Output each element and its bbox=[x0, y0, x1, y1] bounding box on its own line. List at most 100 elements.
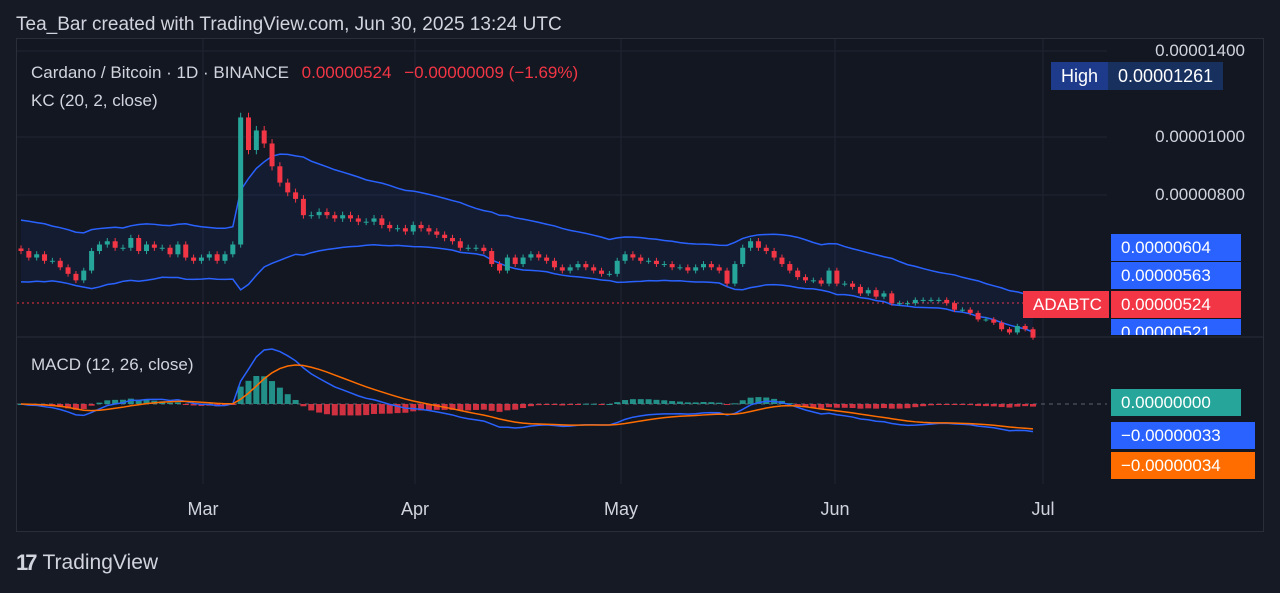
macd-hist-bar bbox=[1014, 404, 1021, 407]
macd-hist-bar bbox=[88, 404, 95, 406]
symbol-name: Cardano / Bitcoin · 1D · BINANCE bbox=[31, 63, 289, 82]
candle-body bbox=[881, 293, 887, 297]
macd-hist-bar bbox=[912, 404, 919, 408]
macd-hist-bar bbox=[943, 404, 950, 405]
candle-body bbox=[246, 117, 252, 151]
macd-hist-bar bbox=[880, 404, 887, 409]
candle-body bbox=[936, 299, 942, 301]
candle-body bbox=[222, 254, 228, 261]
candle-body bbox=[606, 273, 612, 275]
macd-hist-tag: 0.00000000 bbox=[1111, 389, 1241, 416]
kc-band-fill bbox=[21, 154, 1033, 333]
macd-legend[interactable]: MACD (12, 26, close) bbox=[31, 355, 194, 375]
candle-body bbox=[308, 215, 314, 217]
candle-body bbox=[787, 264, 793, 271]
candle-body bbox=[952, 303, 958, 310]
candle-body bbox=[920, 299, 926, 301]
candle-body bbox=[402, 228, 408, 232]
candle-body bbox=[442, 234, 448, 238]
macd-hist-bar bbox=[975, 404, 982, 406]
candle-body bbox=[669, 264, 675, 268]
candle-body bbox=[912, 299, 918, 304]
candle-body bbox=[583, 264, 589, 268]
candle-body bbox=[622, 254, 628, 261]
candle-body bbox=[489, 251, 495, 265]
macd-hist-bar bbox=[959, 404, 966, 405]
last-price: 0.00000524 bbox=[301, 63, 392, 82]
candle-body bbox=[748, 241, 754, 248]
macd-hist-bar bbox=[622, 400, 629, 404]
symbol-tag: ADABTC bbox=[1023, 291, 1109, 318]
candle-body bbox=[104, 241, 110, 245]
macd-hist-bar bbox=[331, 404, 338, 416]
macd-hist-bar bbox=[982, 404, 989, 407]
candle-body bbox=[928, 299, 934, 301]
x-tick-label: Mar bbox=[187, 499, 219, 519]
kc-legend[interactable]: KC (20, 2, close) bbox=[31, 91, 158, 111]
macd-hist-bar bbox=[527, 404, 534, 407]
macd-hist-bar bbox=[590, 403, 597, 405]
candle-body bbox=[167, 247, 173, 255]
macd-hist-bar bbox=[692, 402, 699, 404]
macd-line-tag: −0.00000033 bbox=[1111, 422, 1255, 449]
candle-body bbox=[81, 270, 87, 281]
keltner-channel bbox=[20, 153, 1034, 333]
candle-body bbox=[1006, 329, 1012, 333]
candle-body bbox=[646, 260, 652, 262]
footer[interactable]: 17 TradingView bbox=[16, 550, 158, 576]
candle-body bbox=[763, 247, 769, 252]
candle-body bbox=[65, 267, 71, 274]
candle-body bbox=[175, 244, 181, 255]
candle-body bbox=[449, 237, 455, 242]
candle-body bbox=[991, 319, 997, 323]
y-tick-label: 0.00000800 bbox=[1155, 185, 1245, 204]
macd-hist-bar bbox=[520, 404, 527, 409]
macd-hist-bar bbox=[990, 404, 997, 407]
candle-body bbox=[512, 257, 518, 265]
y-tick-label: 0.00001400 bbox=[1155, 41, 1245, 60]
macd-hist-bar bbox=[1030, 404, 1036, 407]
candle-body bbox=[959, 309, 965, 311]
candle-body bbox=[944, 299, 950, 304]
candle-body bbox=[599, 270, 605, 274]
chart-canvas[interactable] bbox=[17, 39, 1264, 532]
macd-hist-bar bbox=[653, 399, 660, 404]
symbol-legend[interactable]: Cardano / Bitcoin · 1D · BINANCE 0.00000… bbox=[31, 63, 578, 83]
candle-body bbox=[732, 264, 738, 284]
chart-frame[interactable]: Cardano / Bitcoin · 1D · BINANCE 0.00000… bbox=[16, 38, 1264, 532]
candle-body bbox=[151, 244, 157, 248]
macd-hist-bar bbox=[465, 404, 472, 411]
candle-body bbox=[685, 267, 691, 271]
signal-line-tag: −0.00000034 bbox=[1111, 452, 1255, 479]
last-price-tag: 0.00000524 bbox=[1111, 291, 1241, 318]
candle-body bbox=[42, 254, 48, 261]
macd-hist-bar bbox=[535, 404, 542, 406]
macd-hist-bar bbox=[928, 404, 935, 406]
candle-body bbox=[332, 215, 338, 219]
macd-hist-bar bbox=[276, 387, 283, 404]
candle-body bbox=[18, 248, 24, 252]
macd-hist-bar bbox=[355, 404, 362, 416]
macd-hist-bar bbox=[669, 401, 676, 404]
candle-body bbox=[999, 322, 1005, 330]
candle-body bbox=[120, 247, 126, 249]
candle-body bbox=[49, 260, 55, 262]
candle-body bbox=[128, 237, 134, 248]
candle-body bbox=[324, 211, 330, 216]
kc-upper-tag: 0.00000604 bbox=[1111, 234, 1241, 261]
candle-body bbox=[857, 286, 863, 294]
candle-body bbox=[387, 224, 393, 229]
macd-hist-bar bbox=[504, 404, 511, 411]
candle-body bbox=[473, 247, 479, 249]
candle-body bbox=[1022, 325, 1028, 330]
macd-hist-bar bbox=[253, 376, 260, 404]
high-value: 0.00001261 bbox=[1108, 62, 1224, 90]
candle-body bbox=[57, 260, 63, 268]
candle-body bbox=[434, 231, 440, 235]
candle-body bbox=[771, 251, 777, 258]
y-tick-label: 0.00001000 bbox=[1155, 127, 1245, 146]
macd-hist-bar bbox=[826, 404, 833, 408]
candle-body bbox=[457, 241, 463, 248]
candle-body bbox=[355, 218, 361, 222]
macd-hist-bar bbox=[1022, 404, 1029, 407]
